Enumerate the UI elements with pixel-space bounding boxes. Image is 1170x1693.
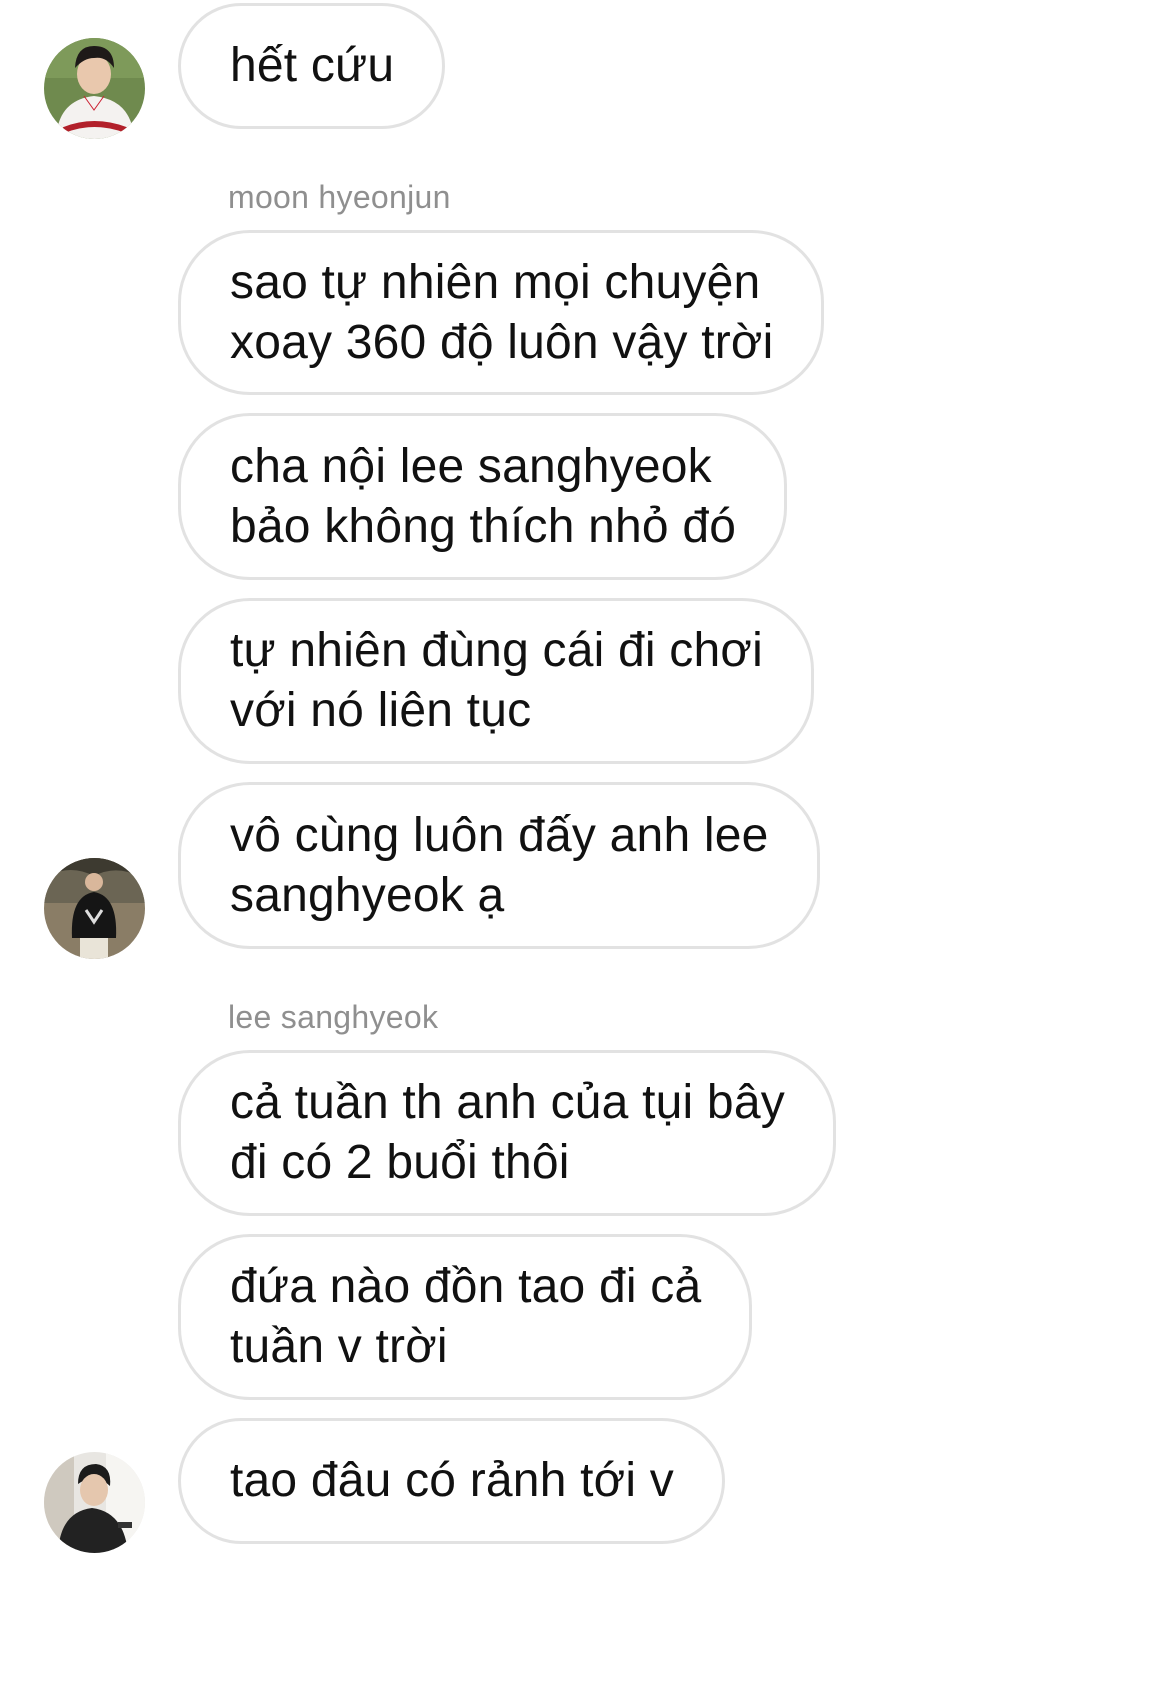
black-hoodie-user-avatar-icon	[44, 858, 145, 959]
message-text: đứa nào đồn tao đi cả tuần v trời	[230, 1260, 702, 1373]
message-bubble[interactable]: tao đâu có rảnh tới v	[178, 1418, 725, 1544]
message-bubble[interactable]: cha nội lee sanghyeok bảo không thích nh…	[178, 413, 788, 580]
message-text: vô cùng luôn đấy anh lee sanghyeok ạ	[230, 808, 769, 922]
message-bubble[interactable]: sao tự nhiên mọi chuyện xoay 360 độ luôn…	[178, 230, 825, 395]
message-bubble[interactable]: cả tuần th anh của tụi bây đi có 2 buổi …	[178, 1050, 836, 1216]
message-bubble[interactable]: vô cùng luôn đấy anh lee sanghyeok ạ	[178, 782, 820, 949]
user-avatar-1[interactable]	[44, 38, 145, 139]
message-text: sao tự nhiên mọi chuyện xoay 360 độ luôn…	[230, 255, 774, 369]
message-bubble[interactable]: hết cứu	[178, 3, 446, 129]
message-text: tự nhiên đùng cái đi chơi với nó liên tụ…	[230, 624, 763, 737]
message-text: cha nội lee sanghyeok bảo không thích nh…	[230, 439, 737, 553]
message-text: cả tuần th anh của tụi bây đi có 2 buổi …	[230, 1076, 785, 1189]
sender-name: lee sanghyeok	[228, 999, 439, 1035]
message-bubble[interactable]: tự nhiên đùng cái đi chơi với nó liên tụ…	[178, 598, 814, 764]
message-text: tao đâu có rảnh tới v	[230, 1454, 674, 1507]
user-avatar-2[interactable]	[44, 858, 145, 959]
sender-name: moon hyeonjun	[228, 179, 451, 215]
message-text: hết cứu	[230, 39, 395, 92]
baseball-jersey-user-avatar-icon	[44, 38, 145, 139]
dark-jacket-user-avatar-icon	[44, 1452, 145, 1553]
message-bubble[interactable]: đứa nào đồn tao đi cả tuần v trời	[178, 1234, 753, 1400]
user-avatar-3[interactable]	[44, 1452, 145, 1553]
